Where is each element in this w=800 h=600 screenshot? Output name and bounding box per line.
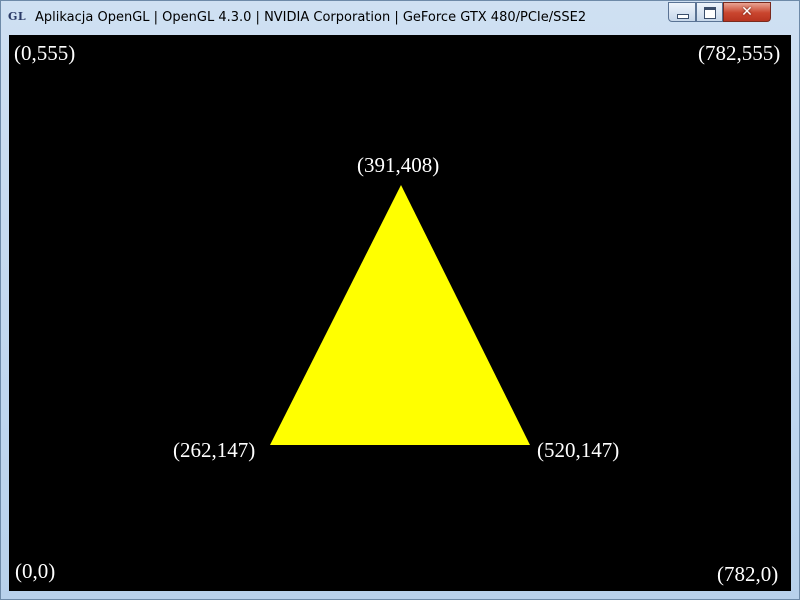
corner-label-top-left: (0,555)	[14, 41, 76, 65]
minimize-button[interactable]	[668, 2, 696, 22]
close-button[interactable]: ✕	[723, 2, 771, 22]
opengl-canvas[interactable]: (0,555) (782,555) (0,0) (782,0) (391,408…	[9, 35, 791, 591]
minimize-icon	[677, 14, 689, 19]
corner-label-bottom-right: (782,0)	[717, 562, 779, 586]
vertex-label-right: (520,147)	[537, 438, 620, 462]
vertex-label-left: (262,147)	[173, 438, 256, 462]
triangle-svg	[270, 185, 530, 445]
opengl-app-icon: GL	[8, 10, 27, 23]
corner-label-bottom-left: (0,0)	[15, 559, 56, 583]
window-title: Aplikacja OpenGL | OpenGL 4.3.0 | NVIDIA…	[35, 10, 587, 25]
corner-label-top-right: (782,555)	[698, 41, 781, 65]
yellow-triangle	[270, 185, 530, 445]
opengl-window: GL Aplikacja OpenGL | OpenGL 4.3.0 | NVI…	[0, 0, 800, 600]
close-icon: ✕	[741, 4, 753, 20]
maximize-button[interactable]	[696, 2, 723, 22]
vertex-label-apex: (391,408)	[357, 153, 440, 177]
title-bar[interactable]: GL Aplikacja OpenGL | OpenGL 4.3.0 | NVI…	[1, 1, 799, 35]
maximize-icon	[704, 7, 716, 19]
